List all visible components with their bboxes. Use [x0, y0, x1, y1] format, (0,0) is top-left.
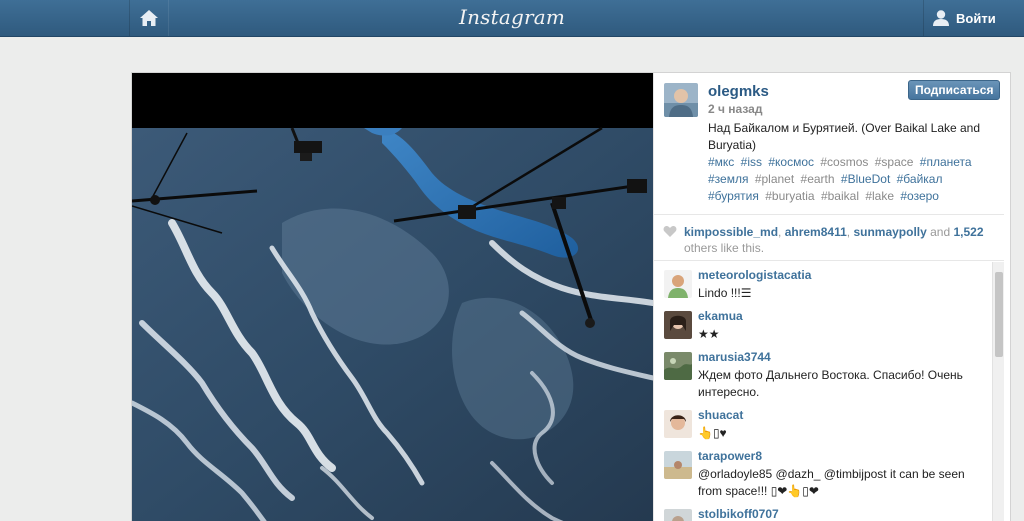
commenter-avatar[interactable]	[664, 270, 692, 298]
comment-text: @orladoyle85 @dazh_ @timbijpost it can b…	[698, 467, 965, 498]
commenter-username[interactable]: ekamua	[698, 309, 743, 323]
commenter-username[interactable]: stolbikoff0707	[698, 507, 779, 521]
hashtag-link[interactable]: #planet	[755, 172, 794, 186]
comments-scrollbar[interactable]	[992, 262, 1004, 521]
hashtag-link[interactable]: #lake	[865, 189, 894, 203]
liker-link[interactable]: ahrem8411	[785, 225, 847, 239]
hashtag-link[interactable]: #бурятия	[708, 189, 759, 203]
likes-count[interactable]: 1,522	[954, 225, 984, 239]
hashtag-link[interactable]: #земля	[708, 172, 748, 186]
user-icon	[933, 10, 949, 26]
hashtag-link[interactable]: #buryatia	[765, 189, 814, 203]
likes-section: kimpossible_md, ahrem8411, sunmaypolly a…	[654, 216, 1004, 261]
commenter-username[interactable]: shuacat	[698, 408, 743, 422]
comments-list[interactable]: meteorologistacatia Lindo !!!☰ ekamua ★★…	[654, 262, 1004, 521]
login-button[interactable]: Войти	[923, 0, 1004, 36]
hashtag-link[interactable]: #космос	[768, 155, 814, 169]
hashtag-link[interactable]: #cosmos	[820, 155, 868, 169]
post-sidebar: olegmks 2 ч назад Подписаться Над Байкал…	[653, 73, 1004, 521]
comment-text: ★★	[698, 327, 720, 341]
liker-link[interactable]: kimpossible_md	[684, 225, 778, 239]
commenter-avatar[interactable]	[664, 451, 692, 479]
commenter-username[interactable]: meteorologistacatia	[698, 268, 811, 282]
comment-text: Lindo !!!☰	[698, 286, 752, 300]
post-photo[interactable]	[132, 73, 653, 521]
hashtag-list: #мкс #iss #космос #cosmos #space #планет…	[708, 154, 998, 205]
hashtag-link[interactable]: #earth	[801, 172, 835, 186]
post-card: olegmks 2 ч назад Подписаться Над Байкал…	[131, 72, 1011, 521]
hashtag-link[interactable]: #iss	[741, 155, 762, 169]
author-username[interactable]: olegmks	[708, 83, 769, 100]
commenter-avatar[interactable]	[664, 311, 692, 339]
earth-from-iss-image	[132, 73, 653, 521]
top-navigation-bar: Instagram Войти	[0, 0, 1024, 37]
likes-suffix: others like this.	[684, 241, 765, 255]
post-timestamp[interactable]: 2 ч назад	[708, 102, 762, 116]
separator: ,	[778, 225, 785, 239]
liker-link[interactable]: sunmaypolly	[853, 225, 926, 239]
hashtag-link[interactable]: #байкал	[897, 172, 943, 186]
post-caption: Над Байкалом и Бурятией. (Over Baikal La…	[708, 121, 981, 152]
commenter-avatar[interactable]	[664, 509, 692, 521]
author-avatar[interactable]	[664, 83, 698, 117]
comment-text: Ждем фото Дальнего Востока. Спасибо! Оче…	[698, 368, 963, 399]
hashtag-link[interactable]: #space	[875, 155, 914, 169]
post-header: olegmks 2 ч назад Подписаться Над Байкал…	[654, 73, 1004, 215]
commenter-username[interactable]: tarapower8	[698, 449, 762, 463]
comment-text: 👆▯♥	[698, 426, 727, 440]
and-text: and	[926, 225, 954, 239]
likes-text: kimpossible_md, ahrem8411, sunmaypolly a…	[684, 224, 989, 256]
heart-icon[interactable]	[663, 225, 677, 238]
follow-button[interactable]: Подписаться	[908, 80, 1001, 100]
commenter-avatar[interactable]	[664, 410, 692, 438]
scrollbar-thumb[interactable]	[995, 272, 1003, 357]
hashtag-link[interactable]: #озеро	[900, 189, 939, 203]
hashtag-link[interactable]: #baikal	[821, 189, 859, 203]
hashtag-link[interactable]: #мкс	[708, 155, 734, 169]
hashtag-link[interactable]: #планета	[920, 155, 972, 169]
instagram-logo[interactable]: Instagram	[0, 5, 1024, 29]
commenter-avatar[interactable]	[664, 352, 692, 380]
hashtag-link[interactable]: #BlueDot	[841, 172, 890, 186]
commenter-username[interactable]: marusia3744	[698, 350, 771, 364]
login-label: Войти	[956, 10, 996, 26]
